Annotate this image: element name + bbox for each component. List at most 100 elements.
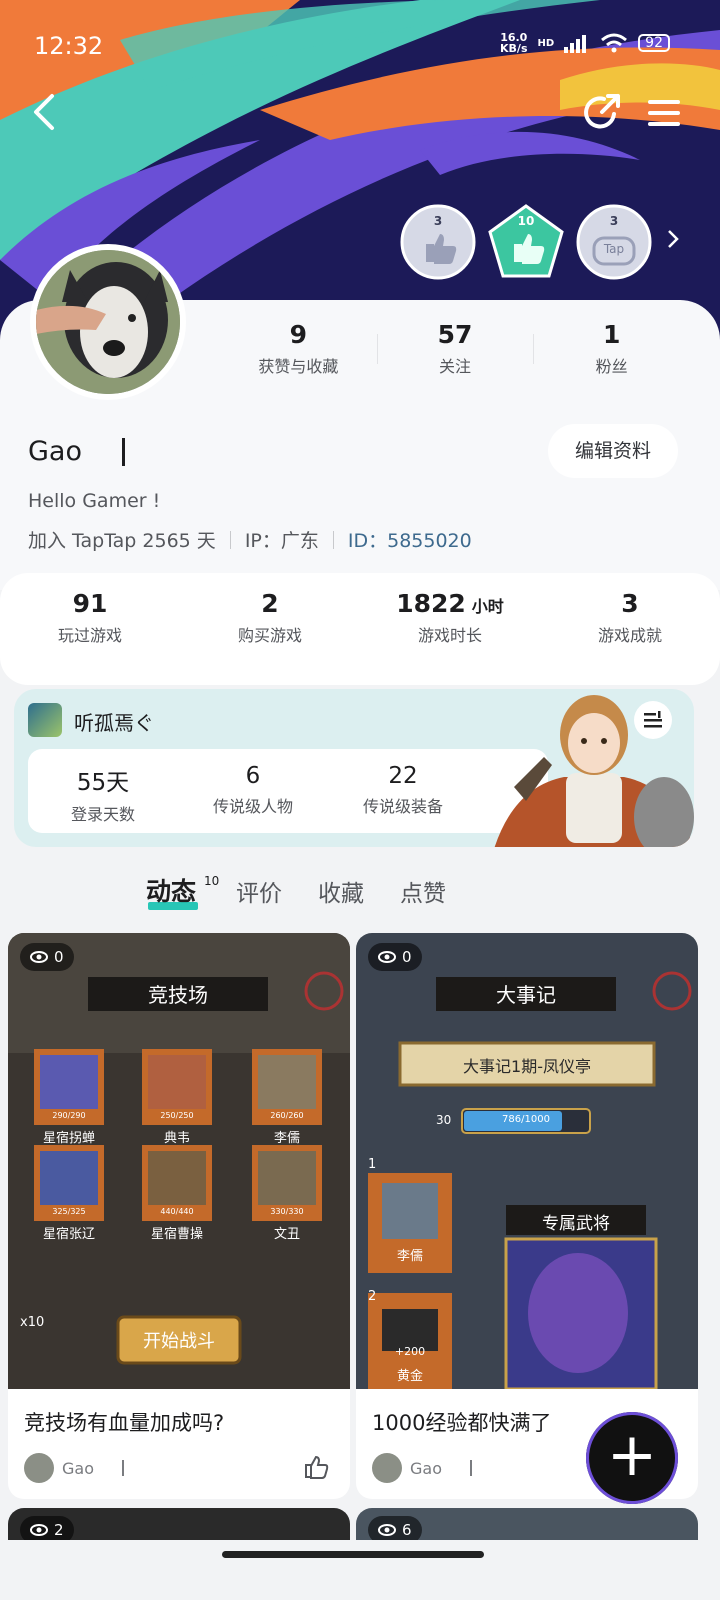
achievement-badges[interactable]: 3 10 3 Tap: [400, 204, 680, 280]
stat-likes[interactable]: 9 获赞与收藏: [220, 320, 377, 377]
hero-hp: 260/260: [270, 1111, 304, 1120]
stat-games-played[interactable]: 91 玩过游戏: [0, 589, 180, 685]
share-button[interactable]: [582, 92, 622, 132]
post-author[interactable]: Gao: [372, 1453, 472, 1483]
post-title: 1000经验都快满了: [372, 1411, 552, 1435]
post-image[interactable]: 0 大事记 大事记1期-凤仪亭 30 786/1000 专属武将 1 2 李儒 …: [356, 933, 698, 1389]
login-days: 55天 登录天数: [70, 770, 135, 824]
hero-name: 星宿张辽: [42, 1227, 95, 1242]
divider: [229, 530, 231, 549]
step-number: 1: [368, 1157, 377, 1172]
step-number: 2: [368, 1289, 377, 1304]
legendary-characters: 6 传说级人物: [212, 763, 293, 816]
plus-icon: +: [606, 1420, 658, 1490]
hero-hp: 250/250: [160, 1111, 194, 1120]
event-subtitle: 大事记1期-凤仪亭: [463, 1057, 591, 1076]
hero-name: 星宿曹操: [150, 1227, 203, 1242]
stat-achievements[interactable]: 3 游戏成就: [540, 589, 720, 685]
user-id[interactable]: ID：5855020: [348, 526, 472, 553]
author-avatar: [372, 1453, 402, 1483]
eye-icon: [378, 951, 396, 963]
hero-hp: 330/330: [270, 1207, 304, 1216]
stat-following[interactable]: 57 关注: [376, 320, 534, 377]
create-post-button[interactable]: +: [586, 1412, 678, 1504]
status-icons: 16.0 KB/s HD 92: [500, 32, 670, 54]
arena-header-text: 竞技场: [148, 983, 208, 1007]
game-player-name: 听孤焉ぐ: [74, 711, 154, 735]
tap-badge[interactable]: 3 Tap: [576, 204, 652, 280]
signal-icon: [564, 35, 587, 53]
home-indicator[interactable]: [222, 1551, 484, 1558]
eye-icon: [30, 951, 48, 963]
share-icon: [584, 94, 620, 129]
like-icon[interactable]: [304, 1455, 330, 1479]
author-avatar: [24, 1453, 54, 1483]
like-badge-1[interactable]: 3: [400, 204, 476, 280]
post-title: 竞技场有血量加成吗?: [24, 1411, 225, 1435]
avatar-image: [36, 250, 180, 394]
divider: [122, 1460, 124, 1476]
tab-reviews[interactable]: 评价: [236, 874, 282, 912]
stat-play-time[interactable]: 1822 小时 游戏时长: [360, 589, 540, 685]
start-battle-text: 开始战斗: [143, 1331, 215, 1352]
hero-name: 文丑: [273, 1227, 300, 1242]
view-count: 0: [368, 943, 422, 971]
wifi-icon: [601, 33, 628, 53]
featured-game-card[interactable]: 听孤焉ぐ 55天 登录天数 6 传说级人物 22 传说级装备: [14, 689, 694, 847]
stat-games-bought[interactable]: 2 购买游戏: [180, 589, 360, 685]
event-header-text: 大事记: [496, 983, 556, 1007]
profile-meta: 加入 TapTap 2565 天 IP：广东 ID：5855020: [28, 526, 472, 553]
hero-name: 李儒: [273, 1131, 300, 1146]
reward-amount: +200: [394, 1345, 426, 1358]
menu-button[interactable]: [646, 96, 682, 130]
joined-days: 加入 TapTap 2565 天: [28, 530, 216, 552]
username: Gao: [28, 436, 82, 467]
hero-hp: 440/440: [160, 1207, 194, 1216]
tab-likes[interactable]: 点赞: [400, 874, 446, 912]
eye-icon: [378, 1524, 396, 1536]
divider: [332, 530, 334, 549]
like-badge-2[interactable]: 10: [488, 204, 564, 280]
level-badge: 30: [436, 1113, 452, 1127]
hero-hp: 325/325: [52, 1207, 86, 1216]
tab-count: 10: [204, 874, 220, 888]
name-divider: [122, 438, 125, 466]
card-settings-button[interactable]: [634, 701, 672, 739]
tab-posts[interactable]: 动态 10: [146, 872, 219, 912]
game-stats-box: 55天 登录天数 6 传说级人物 22 传说级装备: [28, 749, 548, 833]
hero-hp: 290/290: [52, 1111, 86, 1120]
social-stats: 9 获赞与收藏 57 关注 1 粉丝: [220, 320, 690, 377]
post-author[interactable]: Gao: [24, 1453, 124, 1483]
content-tabs: 动态 10 评价 收藏 点赞: [146, 872, 446, 912]
eye-icon: [30, 1524, 48, 1536]
hero-name: 李儒: [396, 1249, 423, 1264]
divider: [470, 1460, 472, 1476]
hero-name: 星宿拐蝉: [42, 1131, 95, 1146]
stat-followers[interactable]: 1 粉丝: [533, 320, 690, 377]
chevron-right-icon[interactable]: [666, 227, 680, 257]
status-time: 12:32: [34, 32, 104, 60]
game-stats: 91 玩过游戏 2 购买游戏 1822 小时 游戏时长 3 游戏成就: [0, 573, 720, 685]
view-count: 0: [20, 943, 74, 971]
list-settings-icon: [644, 711, 662, 728]
legendary-equipment: 22 传说级装备: [362, 763, 443, 816]
signal-tag: HD: [537, 37, 555, 49]
reward-name: 黄金: [396, 1369, 423, 1384]
bottom-area: [0, 1540, 720, 1600]
net-speed: 16.0 KB/s: [500, 31, 528, 55]
post-card[interactable]: 0 竞技场 星宿拐蝉 典韦 李儒 星宿张辽 星宿曹操 文丑 290/290 25…: [8, 933, 350, 1499]
edit-profile-button[interactable]: 编辑资料: [548, 424, 678, 478]
back-button[interactable]: [28, 92, 62, 132]
tap-badge-label: Tap: [603, 242, 625, 256]
status-bar: 12:32 16.0 KB/s HD 92: [0, 30, 720, 64]
tab-favorites[interactable]: 收藏: [318, 874, 364, 912]
back-arrow-icon: [34, 94, 54, 130]
ip-location: IP：广东: [244, 530, 319, 552]
post-image[interactable]: 0 竞技场 星宿拐蝉 典韦 李儒 星宿张辽 星宿曹操 文丑 290/290 25…: [8, 933, 350, 1389]
husky-avatar-icon: [36, 250, 180, 394]
bio: Hello Gamer !: [28, 490, 161, 512]
battery-indicator: 92: [638, 34, 670, 52]
multiplier-text: x10: [20, 1315, 45, 1330]
game-icon: [28, 703, 62, 737]
avatar[interactable]: [30, 244, 186, 400]
